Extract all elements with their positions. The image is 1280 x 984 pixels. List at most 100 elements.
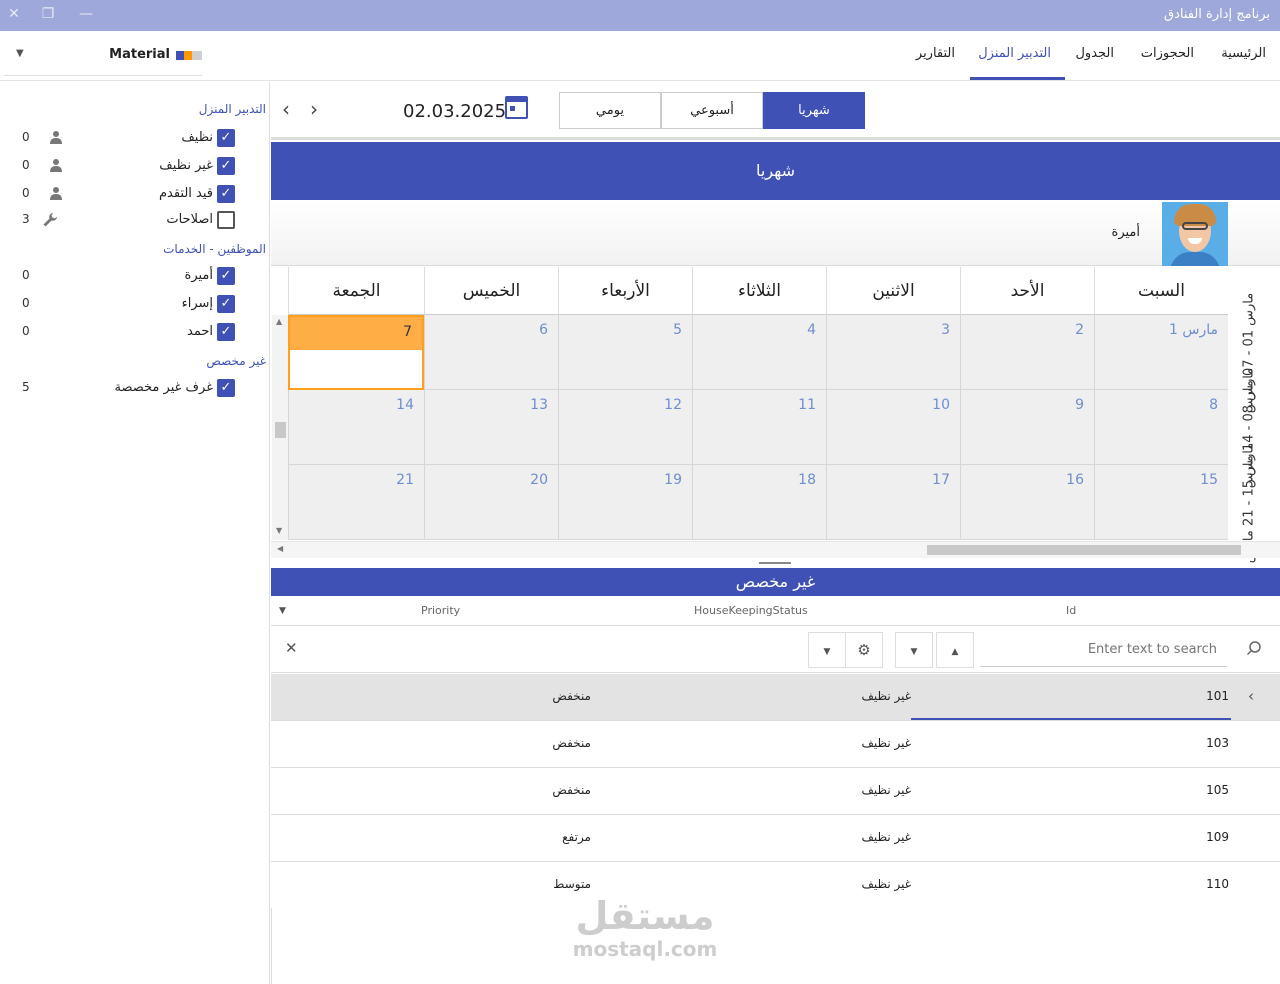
- view-month-button[interactable]: شهريا: [763, 92, 865, 129]
- settings-button[interactable]: ⚙: [845, 632, 883, 668]
- menu-item-home[interactable]: الرئيسية: [1221, 46, 1266, 61]
- cell-date: 11: [798, 397, 816, 413]
- checkbox-repairs[interactable]: [217, 211, 235, 229]
- month-cell[interactable]: 2: [960, 315, 1094, 390]
- scroll-down-icon[interactable]: ▼: [276, 526, 282, 535]
- menu-item-schedule[interactable]: الجدول: [1075, 46, 1114, 61]
- month-cell[interactable]: مارس 1: [1094, 315, 1228, 390]
- day-header: الجمعة: [288, 267, 424, 315]
- minimize-icon[interactable]: —: [76, 4, 96, 24]
- month-cell[interactable]: 19: [558, 465, 692, 540]
- checkbox-unassigned-rooms[interactable]: ✓: [217, 379, 235, 397]
- calendar-icon[interactable]: [505, 96, 528, 119]
- sort-descending-button[interactable]: ▼: [895, 632, 933, 668]
- theme-select[interactable]: ▼ Material: [4, 42, 202, 76]
- menu-item-reports[interactable]: التقارير: [916, 46, 955, 61]
- grid-search-bar: ✕ ▼ ⚙ ▼ ▲: [271, 627, 1280, 673]
- chevron-down-icon: ▼: [16, 48, 24, 59]
- search-input[interactable]: [980, 633, 1227, 667]
- month-cell[interactable]: 15: [1094, 465, 1228, 540]
- month-cell[interactable]: 18: [692, 465, 826, 540]
- month-cell[interactable]: 20: [424, 465, 558, 540]
- column-header-id[interactable]: Id: [1066, 604, 1076, 617]
- scheduler-vertical-scrollbar[interactable]: ▲ ▼: [272, 315, 288, 540]
- search-icon[interactable]: [1246, 640, 1262, 660]
- table-row[interactable]: منخفض غير نظيف 105: [271, 768, 1280, 815]
- checkbox-in-progress[interactable]: ✓: [217, 185, 235, 203]
- cell-date: 18: [798, 472, 816, 488]
- filter-count: 0: [22, 186, 30, 200]
- column-header-priority[interactable]: Priority: [421, 604, 460, 617]
- cell-priority: متوسط: [553, 877, 591, 891]
- filter-row-clean: 0 نظيف ✓: [0, 127, 270, 151]
- month-cell[interactable]: 21: [288, 465, 424, 540]
- month-cell[interactable]: 14: [288, 390, 424, 465]
- current-date[interactable]: 02.03.2025: [403, 101, 506, 122]
- cell-priority: منخفض: [552, 736, 591, 750]
- restore-icon[interactable]: ❐: [38, 4, 58, 24]
- menu-item-reservations[interactable]: الحجوزات: [1141, 46, 1194, 61]
- grid-column-header: ▼ Priority HouseKeepingStatus Id: [271, 597, 1280, 626]
- scheduler-horizontal-scrollbar[interactable]: ◀: [271, 541, 1280, 558]
- cell-priority: مرتفع: [562, 830, 591, 844]
- filter-label: غير نظيف: [159, 158, 213, 173]
- checkbox-clean[interactable]: ✓: [217, 129, 235, 147]
- view-week-button[interactable]: أسبوعي: [661, 92, 763, 129]
- dropdown-button[interactable]: ▼: [808, 632, 846, 668]
- theme-label: Material: [109, 47, 170, 62]
- column-chooser-icon[interactable]: ▼: [279, 606, 286, 616]
- month-cell-selected[interactable]: 7: [288, 315, 424, 390]
- table-row[interactable]: منخفض غير نظيف 103: [271, 721, 1280, 768]
- checkbox-staff-israa[interactable]: ✓: [217, 295, 235, 313]
- scroll-thumb[interactable]: [275, 422, 286, 438]
- checkbox-staff-amira[interactable]: ✓: [217, 267, 235, 285]
- checkbox-dirty[interactable]: ✓: [217, 157, 235, 175]
- day-header: الثلاثاء: [692, 267, 826, 315]
- expand-chevron-icon[interactable]: ‹: [1248, 687, 1254, 705]
- panel-splitter[interactable]: [759, 562, 791, 564]
- sort-ascending-button[interactable]: ▲: [936, 632, 974, 668]
- month-cell[interactable]: 6: [424, 315, 558, 390]
- gear-icon: ⚙: [857, 641, 871, 659]
- scroll-left-icon[interactable]: ◀: [277, 544, 283, 553]
- view-day-button[interactable]: يومي: [559, 92, 661, 129]
- month-cell[interactable]: 5: [558, 315, 692, 390]
- month-cell[interactable]: 17: [826, 465, 960, 540]
- month-cell[interactable]: 13: [424, 390, 558, 465]
- toolbar-divider: [271, 137, 1280, 140]
- filter-label: قيد التقدم: [158, 186, 213, 201]
- filter-row-unassigned: 5 غرف غير مخصصة ✓: [0, 377, 270, 401]
- close-icon[interactable]: ✕: [4, 4, 24, 24]
- scheduler-header: شهريا: [271, 142, 1280, 200]
- filter-count: 3: [22, 212, 30, 226]
- month-cell[interactable]: 3: [826, 315, 960, 390]
- clear-icon[interactable]: ✕: [285, 639, 298, 657]
- table-row[interactable]: مرتفع غير نظيف 109: [271, 815, 1280, 862]
- day-header: السبت: [1094, 267, 1228, 315]
- filter-panel: التدبير المنزل 0 نظيف ✓ 0 غير نظيف ✓ 0 ق…: [0, 82, 270, 984]
- filter-row-staff: 0 أميرة ✓: [0, 265, 270, 289]
- scroll-thumb[interactable]: [927, 545, 1241, 555]
- menu-item-housekeeping[interactable]: التدبير المنزل: [978, 46, 1051, 61]
- next-arrow-icon[interactable]: ›: [304, 97, 324, 121]
- month-cell[interactable]: 12: [558, 390, 692, 465]
- filter-row-staff: 0 إسراء ✓: [0, 293, 270, 317]
- cell-date: 2: [1075, 322, 1084, 338]
- table-row[interactable]: منخفض غير نظيف 101 ‹: [271, 674, 1280, 721]
- cell-status: غير نظيف: [861, 783, 911, 797]
- month-cell[interactable]: 8: [1094, 390, 1228, 465]
- month-cell[interactable]: 11: [692, 390, 826, 465]
- month-cell[interactable]: 9: [960, 390, 1094, 465]
- cell-date: 19: [664, 472, 682, 488]
- column-header-status[interactable]: HouseKeepingStatus: [694, 604, 808, 617]
- month-cell[interactable]: 16: [960, 465, 1094, 540]
- unassigned-group-title: غير مخصص: [206, 354, 266, 368]
- prev-arrow-icon[interactable]: ‹: [276, 97, 296, 121]
- cell-priority: منخفض: [552, 783, 591, 797]
- checkbox-staff-ahmed[interactable]: ✓: [217, 323, 235, 341]
- scroll-up-icon[interactable]: ▲: [276, 317, 282, 326]
- table-row[interactable]: متوسط غير نظيف 110: [271, 862, 1280, 909]
- month-cell[interactable]: 10: [826, 390, 960, 465]
- cell-date: 16: [1066, 472, 1084, 488]
- month-cell[interactable]: 4: [692, 315, 826, 390]
